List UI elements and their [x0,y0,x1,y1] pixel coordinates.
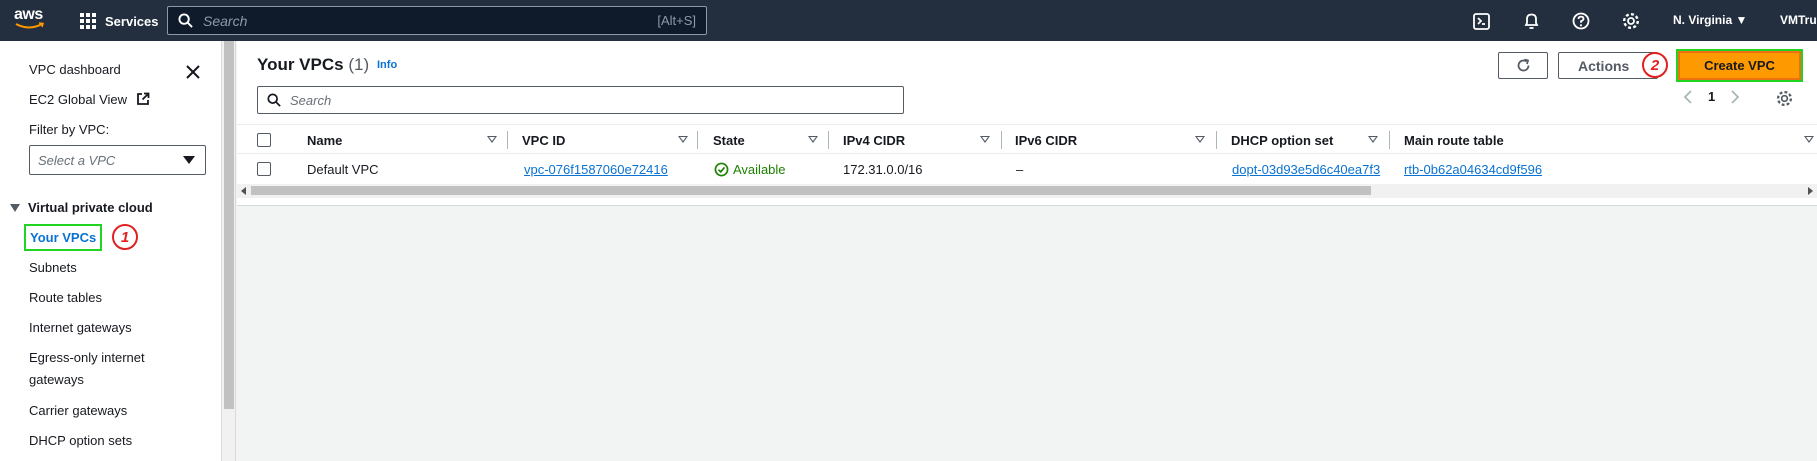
settings-gear-icon[interactable] [1621,11,1641,31]
vpcs-table-container: Your VPCs (1) Info Actions 2 Create VPC … [237,41,1817,206]
column-header-state[interactable]: State [713,125,745,155]
cell-ipv6-cidr: – [1016,161,1024,177]
caret-down-icon [183,156,195,164]
column-header-ipv6-cidr[interactable]: IPv6 CIDR [1015,125,1077,155]
collapse-triangle-icon [10,203,20,212]
actions-label: Actions [1578,57,1630,74]
search-icon [267,93,281,107]
info-link[interactable]: Info [377,59,397,71]
sort-icon[interactable] [1195,136,1205,143]
sidebar-item-egress-only-line2[interactable]: gateways [29,372,84,387]
refresh-icon [1517,58,1529,72]
row-checkbox[interactable] [257,162,271,176]
services-grid-icon [80,13,96,29]
section-title: Virtual private cloud [28,200,153,215]
sidebar-item-internet-gateways[interactable]: Internet gateways [29,320,132,335]
column-resizer[interactable] [1001,131,1002,149]
state-label: Available [733,161,786,177]
vpc-filter-placeholder: Select a VPC [38,152,116,168]
vpc-filter-select[interactable]: Select a VPC [29,145,206,175]
sidebar-item-your-vpcs[interactable]: Your VPCs [24,224,102,251]
sort-icon[interactable] [1804,136,1814,143]
services-menu-button[interactable]: Services [80,11,159,31]
table-horizontal-scrollbar[interactable] [237,184,1817,198]
sort-icon[interactable] [980,136,990,143]
sidebar-item-egress-only-line1[interactable]: Egress-only internet [29,350,145,365]
page-number[interactable]: 1 [1708,89,1715,104]
cloudshell-icon[interactable] [1471,11,1491,31]
search-icon [178,13,193,28]
table-search-input[interactable]: Search [257,86,904,114]
column-resizer[interactable] [1216,131,1217,149]
table-preferences-gear-icon[interactable] [1776,90,1793,107]
select-all-checkbox[interactable] [257,133,271,147]
annotation-badge-1: 1 [112,224,138,250]
cell-state: Available [714,154,786,184]
cell-ipv4-cidr: 172.31.0.0/16 [843,161,923,177]
top-navigation-bar: aws Services Search [Alt+S] N. Virginia … [0,0,1817,41]
column-resizer[interactable] [507,131,508,149]
global-search-placeholder: Search [203,12,248,29]
ec2-global-view-label: EC2 Global View [29,92,128,107]
sort-icon[interactable] [678,136,688,143]
sidebar-item-subnets[interactable]: Subnets [29,260,77,275]
sidebar-item-carrier-gateways[interactable]: Carrier gateways [29,403,127,418]
chevron-left-icon[interactable] [1683,89,1693,104]
column-header-main-route-table[interactable]: Main route table [1404,125,1504,155]
close-sidebar-icon[interactable] [184,63,202,81]
pagination: 1 [1683,89,1740,104]
create-vpc-button[interactable]: Create VPC [1676,49,1803,82]
scroll-left-arrow-icon[interactable] [241,187,246,195]
scroll-right-arrow-icon[interactable] [1808,187,1813,195]
vpc-count: (1) [348,55,370,74]
refresh-button[interactable] [1498,52,1548,79]
sort-icon[interactable] [1368,136,1378,143]
sidebar-scrollbar-thumb[interactable] [224,41,234,409]
sidebar-item-vpc-dashboard[interactable]: VPC dashboard [29,62,121,77]
sidebar-item-ec2-global-view[interactable]: EC2 Global View [29,92,150,107]
cell-name: Default VPC [307,161,379,177]
region-selector[interactable]: N. Virginia ▼ [1673,13,1747,27]
cell-dhcp-option-set-link[interactable]: dopt-03d93e5d6c40ea7f3 [1232,154,1380,184]
services-label: Services [105,13,159,29]
main-content: Your VPCs (1) Info Actions 2 Create VPC … [237,41,1817,461]
column-header-ipv4-cidr[interactable]: IPv4 CIDR [843,125,905,155]
notifications-bell-icon[interactable] [1521,11,1541,31]
aws-logo[interactable]: aws [14,6,48,34]
horizontal-scrollbar-thumb[interactable] [251,186,1371,195]
column-header-vpc-id[interactable]: VPC ID [522,125,565,155]
sort-icon[interactable] [487,136,497,143]
column-header-name[interactable]: Name [307,125,342,155]
create-vpc-button-face: Create VPC [1680,53,1799,78]
filter-by-vpc-label: Filter by VPC: [29,122,110,137]
aws-smile-icon [15,22,45,29]
help-icon[interactable] [1571,11,1591,31]
table-header: Name VPC ID State IPv4 CIDR IPv6 CIDR DH… [237,124,1817,154]
sidebar-scrollbar[interactable] [222,41,236,461]
column-resizer[interactable] [828,131,829,149]
page-title-text: Your VPCs [257,55,344,74]
page-title: Your VPCs (1) [257,55,369,75]
table-search-placeholder: Search [290,92,332,108]
cell-main-route-table-link[interactable]: rtb-0b62a04634cd9f596 [1404,154,1542,184]
section-virtual-private-cloud[interactable]: Virtual private cloud [10,200,153,215]
sort-icon[interactable] [808,136,818,143]
annotation-badge-2: 2 [1642,52,1668,78]
external-link-icon [136,92,150,105]
sidebar-item-dhcp-option-sets[interactable]: DHCP option sets [29,433,132,448]
table-row[interactable]: Default VPC vpc-076f1587060e72416 Availa… [237,154,1817,184]
search-shortcut-hint: [Alt+S] [657,13,696,28]
chevron-right-icon[interactable] [1730,89,1740,104]
status-available-icon [714,162,729,176]
cell-vpc-id-link[interactable]: vpc-076f1587060e72416 [524,154,668,184]
account-menu[interactable]: VMTruc [1780,13,1817,27]
global-search-input[interactable]: Search [Alt+S] [167,6,707,35]
sidebar-item-route-tables[interactable]: Route tables [29,290,102,305]
sidebar: VPC dashboard EC2 Global View Filter by … [0,41,222,461]
column-resizer[interactable] [1389,131,1390,149]
create-vpc-label: Create VPC [1704,58,1775,73]
column-header-dhcp-option-set[interactable]: DHCP option set [1231,125,1333,155]
column-resizer[interactable] [697,131,698,149]
